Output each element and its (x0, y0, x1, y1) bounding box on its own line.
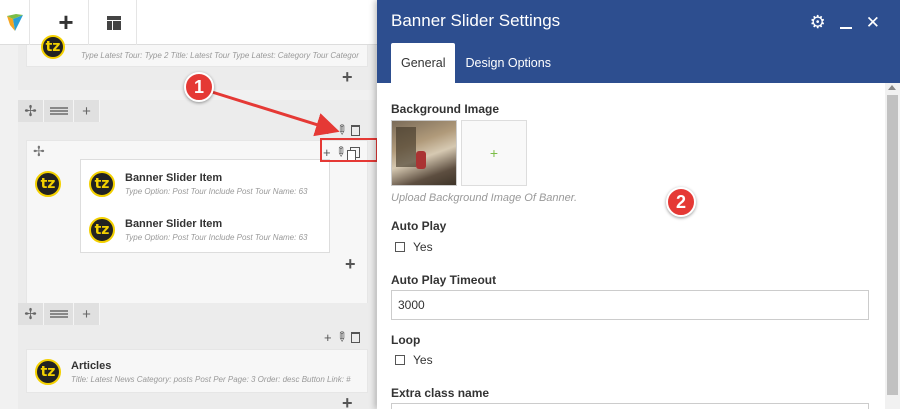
modal-title: Banner Slider Settings (391, 11, 561, 30)
auto-play-option-label: Yes (413, 240, 433, 254)
extra-class-input[interactable] (391, 403, 869, 409)
scroll-thumb[interactable] (887, 95, 898, 395)
modal-tabs: General Design Options (391, 43, 561, 83)
background-image-thumbnail[interactable] (391, 120, 457, 186)
loop-label: Loop (391, 333, 421, 347)
annotation-badge-2: 2 (666, 187, 696, 217)
gear-icon[interactable]: ⚙ (810, 12, 826, 33)
loop-option: Yes (395, 353, 433, 367)
auto-play-timeout-input[interactable] (391, 290, 869, 320)
modal-header: Banner Slider Settings ⚙ ✕ General Desig… (377, 0, 900, 83)
plus-icon: + (489, 145, 499, 161)
auto-play-option: Yes (395, 240, 433, 254)
modal-controls: ⚙ ✕ (810, 12, 880, 33)
auto-play-label: Auto Play (391, 219, 447, 233)
tab-general[interactable]: General (391, 43, 456, 83)
auto-play-checkbox[interactable] (395, 242, 405, 252)
background-image-label: Background Image (391, 102, 500, 116)
settings-modal: Banner Slider Settings ⚙ ✕ General Desig… (377, 0, 900, 409)
modal-scrollbar[interactable] (885, 83, 900, 409)
annotation-badge-1: 1 (184, 72, 214, 102)
add-image-button[interactable]: + (461, 120, 527, 186)
close-icon[interactable]: ✕ (866, 13, 880, 33)
auto-play-timeout-label: Auto Play Timeout (391, 273, 497, 287)
background-image-help: Upload Background Image Of Banner. (391, 192, 578, 204)
tab-design-options[interactable]: Design Options (455, 43, 560, 83)
loop-checkbox[interactable] (395, 355, 405, 365)
minimize-icon[interactable] (839, 26, 852, 29)
scroll-up-icon[interactable] (888, 85, 896, 90)
loop-option-label: Yes (413, 353, 433, 367)
modal-body: Background Image + Upload Background Ima… (377, 83, 885, 409)
extra-class-label: Extra class name (391, 386, 490, 400)
